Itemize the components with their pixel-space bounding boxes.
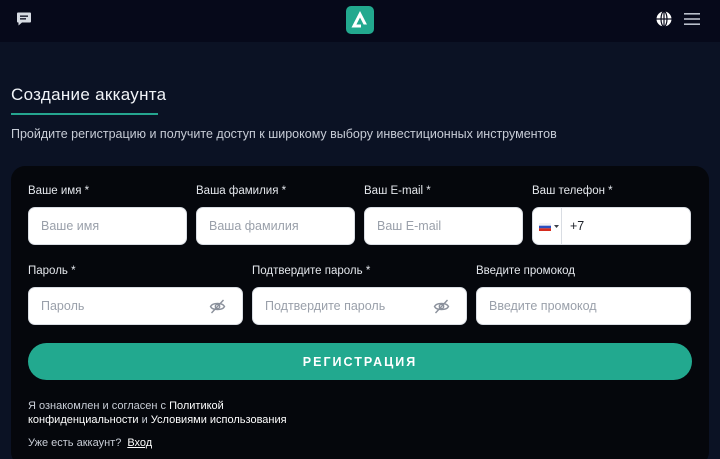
confirm-password-field [252, 287, 467, 325]
last-name-field [196, 207, 355, 245]
first-name-input[interactable] [29, 208, 186, 244]
phone-field [532, 207, 691, 245]
phone-input[interactable] [562, 208, 690, 244]
eye-off-icon[interactable] [209, 298, 226, 315]
consent-prefix: Я ознакомлен и согласен с [28, 400, 170, 412]
password-field [28, 287, 243, 325]
email-input[interactable] [365, 208, 522, 244]
login-question: Уже есть аккаунт? [28, 437, 122, 449]
chevron-down-icon [554, 225, 559, 228]
promo-code-input[interactable] [477, 288, 690, 324]
promo-label: Введите промокод [476, 265, 575, 277]
first-name-field [28, 207, 187, 245]
hamburger-menu-icon[interactable] [684, 12, 700, 26]
email-label: Ваш E-mail * [364, 185, 431, 197]
terms-of-use-link[interactable]: Условиями использования [151, 414, 287, 426]
login-link[interactable]: Вход [127, 437, 152, 449]
chat-icon[interactable] [16, 11, 32, 27]
first-name-label: Ваше имя * [28, 185, 90, 197]
consent-text: Я ознакомлен и согласен с Политикой конф… [28, 399, 328, 427]
register-button[interactable]: РЕГИСТРАЦИЯ [28, 343, 692, 380]
app-logo-icon[interactable] [346, 6, 374, 34]
title-underline [11, 113, 158, 115]
email-field [364, 207, 523, 245]
last-name-input[interactable] [197, 208, 354, 244]
promo-field [476, 287, 691, 325]
phone-label: Ваш телефон * [532, 185, 613, 197]
russia-flag-icon [539, 223, 551, 231]
page-subtitle: Пройдите регистрацию и получите доступ к… [11, 127, 557, 141]
confirm-password-label: Подтвердите пароль * [252, 265, 371, 277]
globe-icon[interactable] [655, 10, 673, 28]
login-prompt: Уже есть аккаунт? Вход [28, 437, 152, 449]
password-label: Пароль * [28, 265, 76, 277]
consent-middle: и [138, 414, 151, 426]
eye-off-icon[interactable] [433, 298, 450, 315]
top-navigation-bar [0, 0, 720, 42]
last-name-label: Ваша фамилия * [196, 185, 287, 197]
country-code-selector[interactable] [533, 208, 562, 244]
page-title: Создание аккаунта [11, 85, 167, 104]
